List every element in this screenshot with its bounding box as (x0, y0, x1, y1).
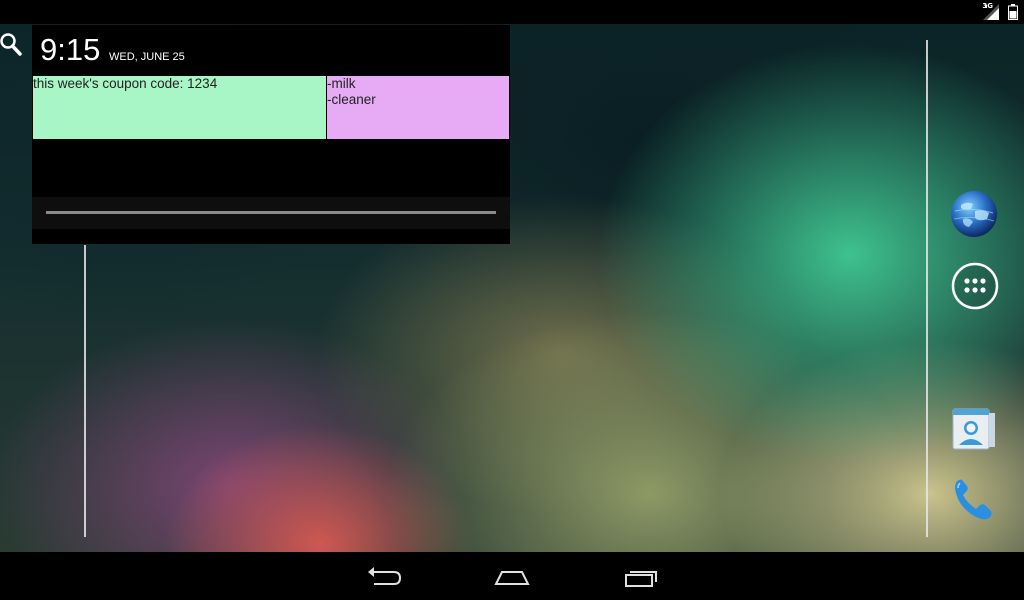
note-line: -cleaner (327, 92, 376, 107)
search-icon[interactable] (0, 30, 24, 58)
clock-time[interactable]: 9:15 (40, 32, 100, 68)
signal-icon (983, 4, 999, 20)
home-screen: 3G 9:15 WED, JUNE 25 this week's coupon … (0, 0, 1024, 600)
navigation-bar (0, 552, 1024, 600)
left-edge-indicator (84, 245, 86, 537)
widget-scrollbar[interactable] (46, 211, 496, 214)
note-line: this week's coupon code: 1234 (33, 76, 218, 91)
all-apps-icon[interactable] (950, 261, 1000, 311)
sticky-note-coupon[interactable]: this week's coupon code: 1234 (33, 76, 326, 139)
sticky-note-shopping-list[interactable]: -milk -cleaner (327, 76, 509, 139)
back-icon[interactable] (360, 562, 408, 590)
note-line: -milk (327, 76, 356, 91)
browser-globe-icon[interactable] (949, 189, 999, 239)
home-icon[interactable] (488, 562, 536, 590)
clock-date: WED, JUNE 25 (109, 51, 185, 63)
right-edge-indicator (926, 40, 928, 537)
status-bar: 3G (0, 0, 1024, 24)
people-icon[interactable] (949, 403, 999, 453)
phone-icon[interactable] (949, 474, 999, 524)
battery-icon (1008, 4, 1018, 20)
recent-apps-icon[interactable] (616, 562, 664, 590)
